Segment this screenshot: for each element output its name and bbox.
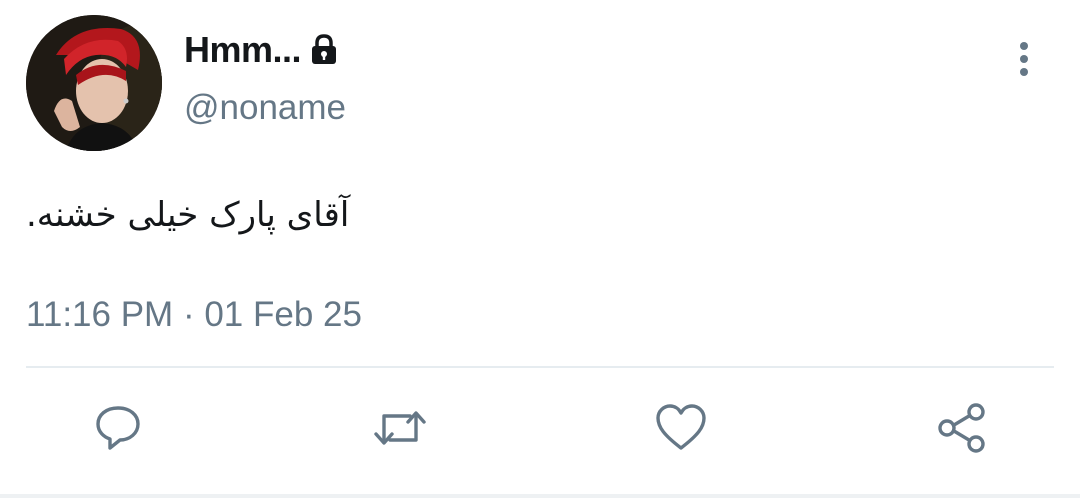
lock-icon xyxy=(309,33,339,67)
display-name-row: Hmm... xyxy=(184,28,339,72)
tweet-time: 11:16 PM xyxy=(26,295,174,334)
display-name[interactable]: Hmm... xyxy=(184,29,302,71)
like-button[interactable] xyxy=(649,398,713,462)
bottom-divider xyxy=(0,494,1080,498)
share-button[interactable] xyxy=(930,398,994,462)
handle[interactable]: @noname xyxy=(184,88,346,128)
action-bar xyxy=(0,398,1080,462)
tweet-date: 01 Feb 25 xyxy=(204,295,362,334)
retweet-icon xyxy=(370,402,430,459)
share-icon xyxy=(934,400,990,461)
tweet-text: آقای پارک خیلی خشنه. xyxy=(26,195,350,235)
more-vertical-icon[interactable] xyxy=(1008,40,1040,80)
tweet-card: Hmm... @noname آقای پارک خیلی خشنه. 11:1… xyxy=(0,0,1080,498)
meta-separator: · xyxy=(182,295,195,334)
retweet-button[interactable] xyxy=(368,398,432,462)
divider xyxy=(26,366,1054,368)
tweet-timestamp[interactable]: 11:16 PM · 01 Feb 25 xyxy=(26,295,362,335)
like-icon xyxy=(654,403,708,458)
avatar[interactable] xyxy=(26,15,162,151)
reply-button[interactable] xyxy=(86,398,150,462)
reply-icon xyxy=(92,402,144,459)
